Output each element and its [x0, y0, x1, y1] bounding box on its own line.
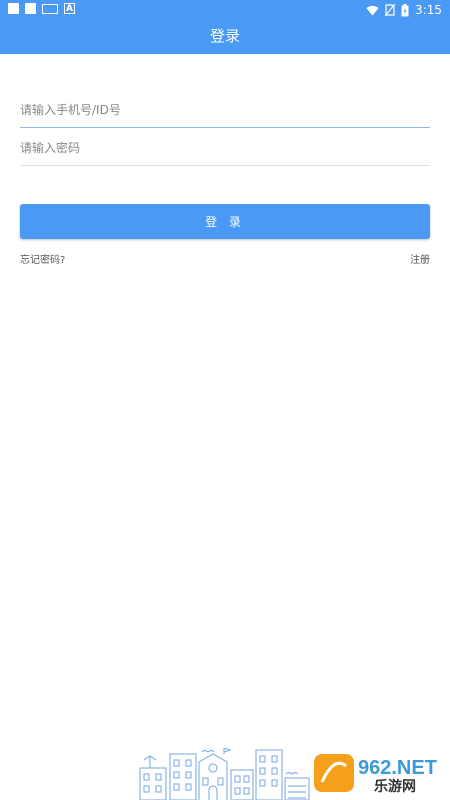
- a-app-icon: A: [64, 3, 75, 14]
- keyboard-icon: [42, 4, 58, 14]
- notification-square-icon: [8, 3, 19, 14]
- wifi-icon: [366, 5, 379, 16]
- login-button[interactable]: 登 录: [20, 204, 430, 239]
- register-link[interactable]: 注册: [410, 251, 430, 266]
- status-bar: A 3:15: [0, 0, 450, 20]
- watermark-sub-text: 乐游网: [374, 778, 416, 794]
- forgot-password-link[interactable]: 忘记密码?: [20, 251, 65, 266]
- app-bar: 登录: [0, 20, 450, 54]
- battery-icon: [401, 3, 409, 16]
- password-field: [20, 130, 430, 166]
- password-input[interactable]: [20, 130, 430, 165]
- watermark-logo-text: 962.NET: [358, 757, 437, 779]
- phone-field: [20, 92, 430, 128]
- status-time: 3:15: [415, 3, 442, 17]
- phone-input[interactable]: [20, 92, 430, 127]
- no-sim-icon: [385, 4, 396, 16]
- notification-square-icon: [25, 3, 36, 14]
- page-title: 登录: [209, 27, 240, 45]
- watermark-logo: 962.NET 乐游网: [314, 754, 437, 794]
- city-illustration: [139, 748, 310, 800]
